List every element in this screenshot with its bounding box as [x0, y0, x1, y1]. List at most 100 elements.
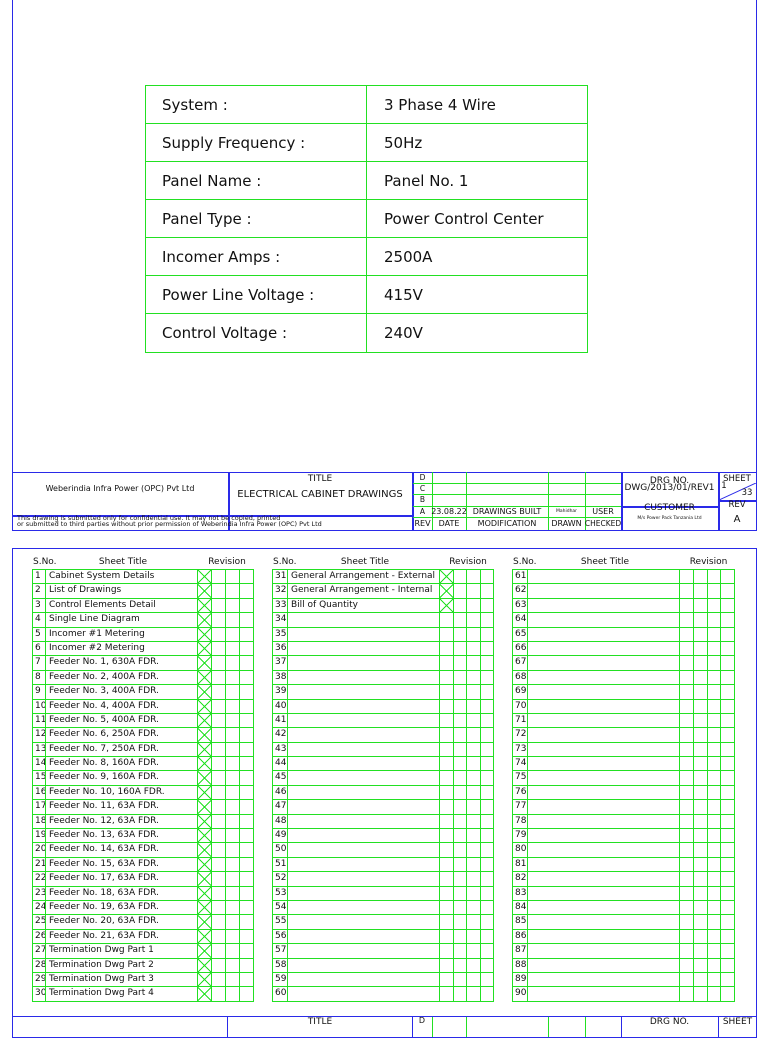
- revision-cell: [439, 871, 454, 887]
- revision-cell: [439, 727, 454, 743]
- revision-cell: [452, 914, 467, 930]
- table-row: 88: [512, 957, 735, 973]
- revision-cell: [239, 770, 254, 786]
- revision-cell: [211, 799, 226, 815]
- grid-line: [413, 494, 621, 495]
- revision-cell: [479, 712, 494, 729]
- revision-cell: [439, 712, 454, 729]
- revision-cell: [452, 784, 467, 801]
- revision-cell: [197, 741, 212, 758]
- revision-cell: [679, 799, 694, 815]
- revision-cell: [211, 712, 226, 729]
- revision-cell: [692, 640, 708, 657]
- sno-cell: 37: [272, 655, 288, 671]
- table-row: 36: [272, 640, 494, 657]
- revision-cell: [225, 569, 240, 585]
- revision-cell: [439, 770, 454, 786]
- sheet-title-cell: [527, 597, 680, 614]
- revision-cell: [706, 842, 722, 858]
- sno-cell: 24: [32, 899, 46, 916]
- sno-cell: 9: [32, 684, 46, 700]
- revision-cell: [706, 741, 722, 758]
- sno-cell: 46: [272, 784, 288, 801]
- sheet-title-cell: [287, 712, 440, 729]
- info-label: Incomer Amps :: [146, 238, 367, 275]
- table-row: 68: [512, 669, 735, 686]
- revision-cell: [239, 669, 254, 686]
- revision-cell: [211, 986, 226, 1002]
- table-row: 85: [512, 914, 735, 930]
- revision-cell: [679, 784, 694, 801]
- revision-cell: [466, 928, 481, 945]
- revision-cell: [720, 597, 735, 614]
- revision-cell: [239, 583, 254, 599]
- revision-cell: [706, 698, 722, 714]
- sheet-title-cell: [527, 914, 680, 930]
- revision-cell: [197, 871, 212, 887]
- rev-letter: B: [419, 495, 426, 504]
- revision-cell: [466, 712, 481, 729]
- revision-cell: [679, 669, 694, 686]
- revision-cell: [211, 655, 226, 671]
- revision-cell: [692, 669, 708, 686]
- revision-cell: [720, 856, 735, 873]
- revision-cell: [692, 612, 708, 628]
- sno-cell: 32: [272, 583, 288, 599]
- sno-cell: 5: [32, 626, 46, 642]
- revision-cell: [692, 813, 708, 830]
- revision-cell: [211, 640, 226, 657]
- sheet-title-cell: [287, 669, 440, 686]
- sno-cell: 52: [272, 871, 288, 887]
- sheet-title-cell: [287, 899, 440, 916]
- sheet-title-cell: Feeder No. 5, 400A FDR.: [45, 712, 198, 729]
- sno-cell: 54: [272, 899, 288, 916]
- table-row: 18 Feeder No. 12, 63A FDR.: [32, 813, 254, 830]
- revision-cell: [239, 971, 254, 988]
- revision-cell: [466, 842, 481, 858]
- table-row: 31 General Arrangement - External: [272, 569, 494, 585]
- table-row: 49: [272, 828, 494, 844]
- sheet-title-cell: [287, 612, 440, 628]
- revision-cell: [679, 986, 694, 1002]
- sheet-title-cell: General Arrangement - Internal: [287, 583, 440, 599]
- sno-cell: 55: [272, 914, 288, 930]
- revision-cell: [706, 871, 722, 887]
- revision-cell: [479, 684, 494, 700]
- rev-letter: A: [419, 507, 426, 516]
- sheet-title-cell: General Arrangement - External: [287, 569, 440, 585]
- revision-cell: [479, 784, 494, 801]
- revision-cell: [692, 655, 708, 671]
- revision-cell: [479, 655, 494, 671]
- table-row: 58: [272, 957, 494, 973]
- revision-cell: [452, 756, 467, 772]
- sno-cell: 6: [32, 640, 46, 657]
- table-row: 72: [512, 727, 735, 743]
- revision-cell: [679, 684, 694, 700]
- revision-cell: [466, 957, 481, 973]
- sheet-title-cell: Feeder No. 21, 63A FDR.: [45, 928, 198, 945]
- revision-cell: [466, 799, 481, 815]
- table-row: 60: [272, 986, 494, 1002]
- revision-cell: [225, 640, 240, 657]
- revision-cell: [211, 856, 226, 873]
- revision-cell: [720, 914, 735, 930]
- revision-cell: [452, 813, 467, 830]
- table-row: 86: [512, 928, 735, 945]
- sheet-title-cell: [527, 612, 680, 628]
- revision-cell: [211, 569, 226, 585]
- table-row: 43: [272, 741, 494, 758]
- rev-label: REV: [728, 500, 746, 510]
- info-label: Power Line Voltage :: [146, 276, 367, 313]
- revision-cell: [466, 885, 481, 901]
- revision-cell: [466, 569, 481, 585]
- table-row: 64: [512, 612, 735, 628]
- sheet-title-cell: [527, 971, 680, 988]
- revision-cell: [439, 899, 454, 916]
- sheet-title-cell: [287, 684, 440, 700]
- revision-cell: [211, 971, 226, 988]
- sheet-title-cell: [527, 655, 680, 671]
- revision-cell: [479, 669, 494, 686]
- revision-cell: [466, 813, 481, 830]
- revision-cell: [706, 928, 722, 945]
- sno-cell: 23: [32, 885, 46, 901]
